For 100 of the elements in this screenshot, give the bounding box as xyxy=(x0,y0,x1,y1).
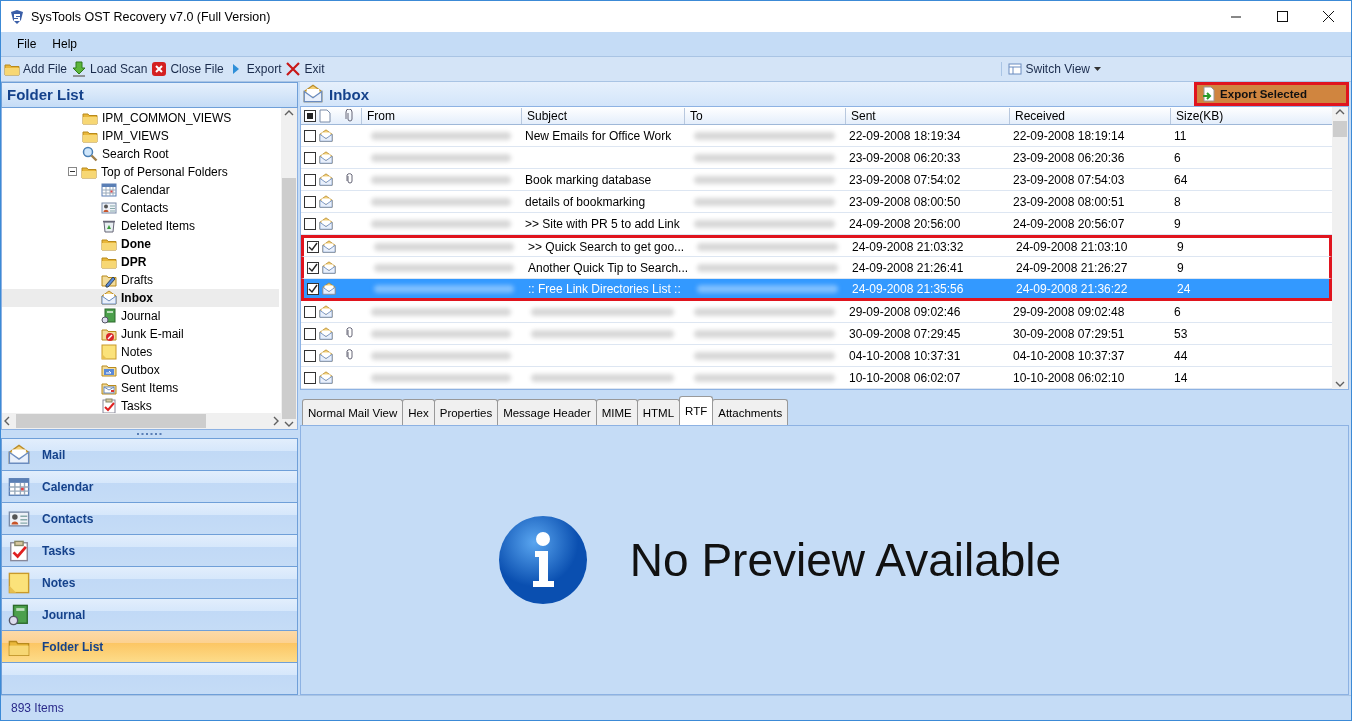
row-checkbox[interactable] xyxy=(304,151,316,164)
folder-item[interactable]: Deleted Items xyxy=(2,216,279,235)
table-cell-text: New Emails for Office Work xyxy=(524,128,673,143)
mail-row[interactable]: 29-09-2008 09:02:46 29-09-2008 09:02:48 6 xyxy=(301,301,1332,323)
no-preview-message: No Preview Available xyxy=(629,533,1062,587)
tab[interactable]: Hex xyxy=(402,399,435,425)
menu-item[interactable]: File xyxy=(9,37,45,51)
scroll-thumb[interactable] xyxy=(1333,121,1347,137)
contacts-icon xyxy=(101,199,117,216)
toolbar-button[interactable]: Exit xyxy=(285,61,329,77)
table-cell-text: 23-09-2008 06:20:33 xyxy=(848,150,962,165)
folder-item[interactable]: Search Root xyxy=(2,144,279,163)
table-cell-text: 11 xyxy=(1173,128,1188,143)
folder-item[interactable]: Top of Personal Folders xyxy=(2,162,279,181)
row-checkbox[interactable] xyxy=(304,349,316,362)
toolbar-button[interactable]: Add File xyxy=(4,61,72,77)
mail-row[interactable]: >> Quick Search to get goo... 24-09-2008 21:03:32 24-09-2008 21:03:10 9 xyxy=(301,235,1332,257)
scroll-down-icon[interactable] xyxy=(1335,379,1345,389)
row-checkbox[interactable] xyxy=(304,327,316,340)
envelope-icon xyxy=(322,281,336,296)
row-checkbox[interactable] xyxy=(307,261,319,274)
mail-row[interactable]: 30-09-2008 07:29:45 30-09-2008 07:29:51 53 xyxy=(301,323,1332,345)
toolbar-button[interactable]: Load Scan xyxy=(71,61,152,77)
folder-item[interactable]: Junk E-mail xyxy=(2,324,279,343)
table-cell-text: Another Quick Tip to Search... xyxy=(527,260,687,275)
menu-item[interactable]: Help xyxy=(44,37,86,51)
folder-item[interactable]: Calendar xyxy=(2,180,279,199)
folder-item[interactable]: Done xyxy=(2,234,279,253)
folder-item[interactable]: Notes xyxy=(2,342,279,361)
folder-item[interactable]: Drafts xyxy=(2,270,279,289)
horizontal-scrollbar[interactable] xyxy=(2,413,281,430)
collapse-icon[interactable] xyxy=(68,167,77,177)
folder-item[interactable]: Sent Items xyxy=(2,378,279,397)
row-checkbox[interactable] xyxy=(304,305,316,318)
row-checkbox[interactable] xyxy=(304,371,316,384)
tab[interactable]: Attachments xyxy=(712,399,789,425)
tasks-icon xyxy=(8,539,30,562)
folder-item[interactable]: DPR xyxy=(2,252,279,271)
row-checkbox[interactable] xyxy=(307,241,319,253)
tab[interactable]: MIME xyxy=(595,399,638,425)
envelope-icon xyxy=(319,150,333,165)
mail-row[interactable]: New Emails for Office Work 22-09-2008 18:19:34 22-09-2008 18:19:14 11 xyxy=(301,125,1332,147)
mail-row[interactable]: details of bookmarking 23-09-2008 08:00:50 23-09-2008 08:00:51 8 xyxy=(301,191,1332,213)
envelope-icon xyxy=(319,172,333,187)
folder-item[interactable]: IPM_COMMON_VIEWS xyxy=(2,108,279,127)
switch-view-menu[interactable]: Switch View xyxy=(1025,62,1090,76)
table-cell-text: 30-09-2008 07:29:51 xyxy=(1012,326,1126,341)
nav-button[interactable]: Folder List xyxy=(2,630,297,662)
tab[interactable]: RTF xyxy=(679,396,714,425)
folder-item[interactable]: Journal xyxy=(2,306,279,325)
vertical-scrollbar[interactable] xyxy=(1332,107,1348,389)
table-cell-text: 9 xyxy=(1176,260,1185,275)
mail-row[interactable]: >> Site with PR 5 to add Link 24-09-2008 20:56:00 24-09-2008 20:56:07 9 xyxy=(301,213,1332,235)
folder-item[interactable]: Tasks xyxy=(2,396,279,415)
column-header[interactable]: To xyxy=(684,107,845,124)
mail-row[interactable]: 10-10-2008 06:02:07 10-10-2008 06:02:10 14 xyxy=(301,367,1332,389)
table-cell-text: 44 xyxy=(1173,348,1189,363)
view-icon xyxy=(1007,62,1022,76)
table-cell-text: 9 xyxy=(1173,216,1182,231)
tab[interactable]: Normal Mail View xyxy=(302,399,404,425)
mail-row[interactable]: 23-09-2008 06:20:33 23-09-2008 06:20:36 6 xyxy=(301,147,1332,169)
folder-item[interactable]: Contacts xyxy=(2,198,279,217)
row-checkbox[interactable] xyxy=(307,282,319,295)
mail-row[interactable]: Book marking database 23-09-2008 07:54:02 23-09-2008 07:54:03 64 xyxy=(301,169,1332,191)
column-header[interactable]: Subject xyxy=(521,107,684,124)
mail-row[interactable]: 04-10-2008 10:37:31 04-10-2008 10:37:37 44 xyxy=(301,345,1332,367)
row-checkbox[interactable] xyxy=(304,173,316,186)
toolbar-button[interactable]: Close File xyxy=(151,61,228,77)
scroll-left-icon[interactable] xyxy=(2,416,12,427)
vertical-scrollbar[interactable] xyxy=(281,107,297,430)
scroll-right-icon[interactable] xyxy=(271,416,281,427)
row-checkbox[interactable] xyxy=(304,195,316,208)
folder-item[interactable]: Outbox xyxy=(2,360,279,379)
scroll-up-icon[interactable] xyxy=(1335,107,1345,117)
table-cell-text: 23-09-2008 06:20:36 xyxy=(1012,150,1126,165)
envelope-icon xyxy=(319,304,333,319)
table-cell-text: details of bookmarking xyxy=(524,194,647,209)
select-all-checkbox[interactable] xyxy=(303,108,317,123)
row-checkbox[interactable] xyxy=(304,129,316,142)
column-header[interactable]: Sent xyxy=(845,107,1009,124)
journal-icon xyxy=(101,307,117,324)
folder-title: Inbox xyxy=(329,85,369,103)
journal-icon xyxy=(8,603,30,626)
info-icon xyxy=(497,515,588,605)
column-header[interactable]: From xyxy=(361,107,521,124)
folder-item[interactable]: IPM_VIEWS xyxy=(2,126,279,145)
column-header[interactable]: Received xyxy=(1009,107,1170,124)
tab[interactable]: Message Header xyxy=(497,399,597,425)
row-checkbox[interactable] xyxy=(304,217,316,230)
toolbar-button[interactable]: Export xyxy=(227,61,286,77)
table-cell-text: 29-09-2008 09:02:46 xyxy=(848,304,962,319)
tab[interactable]: HTML xyxy=(636,399,681,425)
status-text: 893 Items xyxy=(11,701,64,715)
tab[interactable]: Properties xyxy=(433,399,499,425)
panel-title: Folder List xyxy=(7,86,84,104)
notes-icon xyxy=(101,343,117,360)
export-selected-button[interactable]: Export Selected xyxy=(1194,82,1349,106)
table-cell-text: 24-09-2008 21:26:27 xyxy=(1015,260,1129,275)
folder-item[interactable]: Inbox xyxy=(2,288,279,307)
splitter-grip-icon[interactable] xyxy=(136,432,163,436)
